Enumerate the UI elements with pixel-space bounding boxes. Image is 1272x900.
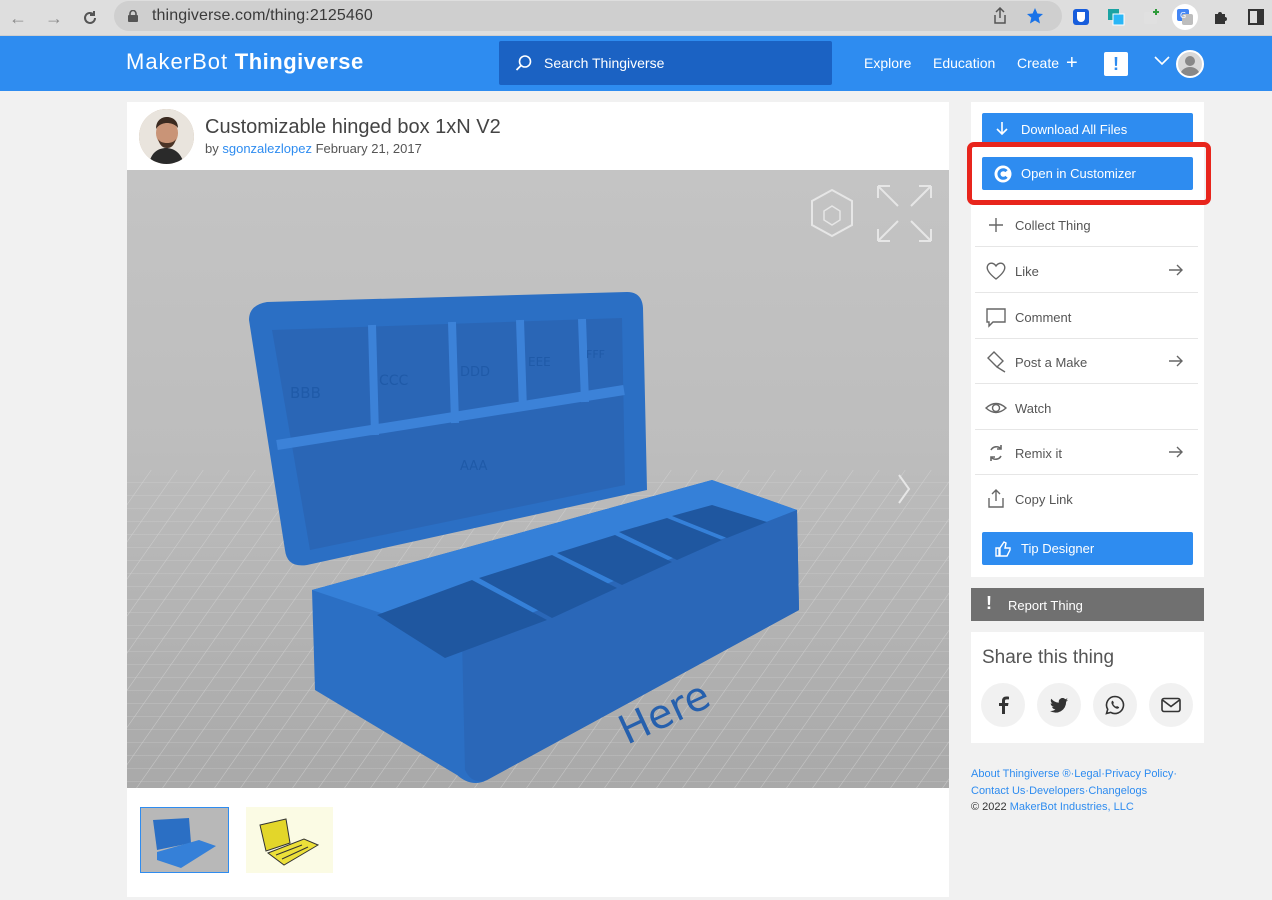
makerbot-thingiverse-logo[interactable]: MakerBot Thingiverse bbox=[126, 49, 364, 75]
publish-date: February 21, 2017 bbox=[315, 141, 422, 156]
create-plus-icon[interactable]: + bbox=[1066, 53, 1078, 73]
url-text: thingiverse.com/thing:2125460 bbox=[152, 7, 373, 24]
arrow-right-icon bbox=[1169, 446, 1183, 458]
extensions-puzzle-icon[interactable] bbox=[1208, 4, 1234, 30]
share-page-icon[interactable] bbox=[990, 6, 1010, 26]
lid-label-ccc: CCC bbox=[379, 373, 409, 389]
extension-plus-icon[interactable] bbox=[1138, 4, 1164, 30]
footer-links-secondary[interactable]: Contact Us·Developers·Changelogs bbox=[971, 783, 1231, 800]
user-avatar[interactable] bbox=[1176, 50, 1204, 78]
comment-action[interactable]: Comment bbox=[975, 294, 1198, 339]
tip-designer-button[interactable]: Tip Designer bbox=[982, 532, 1193, 565]
search-placeholder: Search Thingiverse bbox=[544, 55, 665, 71]
forward-icon[interactable]: → bbox=[42, 6, 66, 30]
search-input[interactable]: Search Thingiverse bbox=[499, 41, 832, 85]
eye-icon bbox=[985, 402, 1007, 414]
report-thing-button[interactable]: ! Report Thing bbox=[971, 588, 1204, 621]
notification-icon[interactable]: ! bbox=[1104, 52, 1128, 76]
plus-icon bbox=[989, 218, 1003, 232]
byline-prefix: by bbox=[205, 141, 219, 156]
address-bar[interactable]: thingiverse.com/thing:2125460 bbox=[114, 1, 1062, 31]
upload-share-icon bbox=[988, 489, 1004, 508]
site-header: MakerBot Thingiverse Search Thingiverse … bbox=[0, 36, 1272, 91]
comment-icon bbox=[986, 308, 1006, 328]
nav-explore[interactable]: Explore bbox=[864, 55, 911, 71]
heart-icon bbox=[986, 262, 1006, 280]
arrow-right-icon bbox=[1169, 355, 1183, 367]
remix-action[interactable]: Remix it bbox=[975, 430, 1198, 475]
bookmark-star-icon[interactable] bbox=[1025, 6, 1045, 26]
thing-card: Customizable hinged box 1xN V2 by sgonza… bbox=[127, 102, 949, 897]
email-icon[interactable] bbox=[1149, 683, 1193, 727]
customizer-highlight-outline bbox=[967, 142, 1211, 205]
lid-label-fff: FFF bbox=[586, 348, 605, 361]
whatsapp-icon[interactable] bbox=[1093, 683, 1137, 727]
nozzle-icon bbox=[987, 351, 1006, 373]
facebook-icon[interactable] bbox=[981, 683, 1025, 727]
share-title: Share this thing bbox=[982, 647, 1115, 668]
svg-text:G: G bbox=[1180, 11, 1186, 20]
lock-icon bbox=[128, 10, 138, 22]
byline: by sgonzalezlopez February 21, 2017 bbox=[205, 141, 422, 156]
twitter-icon[interactable] bbox=[1037, 683, 1081, 727]
translate-tab-icon[interactable] bbox=[1103, 4, 1129, 30]
post-a-make-action[interactable]: Post a Make bbox=[975, 339, 1198, 384]
main-image-viewer[interactable]: BBB CCC DDD EEE FFF AAA Here bbox=[127, 170, 949, 788]
thumbnail-blue-box[interactable] bbox=[140, 807, 229, 873]
thumbs-up-icon bbox=[995, 541, 1011, 557]
thing-header: Customizable hinged box 1xN V2 by sgonza… bbox=[127, 102, 949, 170]
browser-toolbar: ← → thingiverse.com/thing:2125460 G bbox=[0, 0, 1272, 36]
share-panel: Share this thing bbox=[971, 632, 1204, 743]
exclamation-icon: ! bbox=[986, 593, 992, 613]
password-manager-icon[interactable] bbox=[1068, 4, 1094, 30]
download-icon bbox=[996, 122, 1008, 136]
chevron-down-icon[interactable] bbox=[1154, 56, 1170, 66]
arrow-right-icon bbox=[1169, 264, 1183, 276]
search-icon bbox=[515, 55, 532, 71]
author-avatar[interactable] bbox=[139, 109, 194, 164]
lid-label-bbb: BBB bbox=[290, 384, 321, 402]
watch-action[interactable]: Watch bbox=[975, 385, 1198, 430]
google-translate-icon[interactable]: G bbox=[1172, 4, 1198, 30]
copy-link-action[interactable]: Copy Link bbox=[975, 476, 1198, 521]
thumbnail-yellow-box[interactable] bbox=[246, 807, 335, 873]
footer-links-primary[interactable]: About Thingiverse ®·Legal·Privacy Policy… bbox=[971, 766, 1231, 783]
lid-label-ddd: DDD bbox=[460, 365, 490, 380]
author-link[interactable]: sgonzalezlopez bbox=[222, 141, 312, 156]
collect-thing-action[interactable]: Collect Thing bbox=[975, 202, 1198, 247]
company-link[interactable]: MakerBot Industries, LLC bbox=[1010, 801, 1134, 813]
thing-title: Customizable hinged box 1xN V2 bbox=[205, 116, 501, 138]
reload-icon[interactable] bbox=[78, 6, 102, 30]
like-action[interactable]: Like bbox=[975, 248, 1198, 293]
nav-create[interactable]: Create bbox=[1017, 55, 1059, 71]
remix-icon bbox=[990, 445, 1002, 461]
footer: About Thingiverse ®·Legal·Privacy Policy… bbox=[971, 766, 1231, 816]
nav-education[interactable]: Education bbox=[933, 55, 995, 71]
back-icon[interactable]: ← bbox=[6, 6, 30, 30]
sidebar-panel-icon[interactable] bbox=[1243, 4, 1269, 30]
lid-label-aaa: AAA bbox=[460, 459, 488, 474]
footer-copyright: © 2022 MakerBot Industries, LLC bbox=[971, 801, 1134, 813]
lid-label-eee: EEE bbox=[528, 355, 551, 369]
